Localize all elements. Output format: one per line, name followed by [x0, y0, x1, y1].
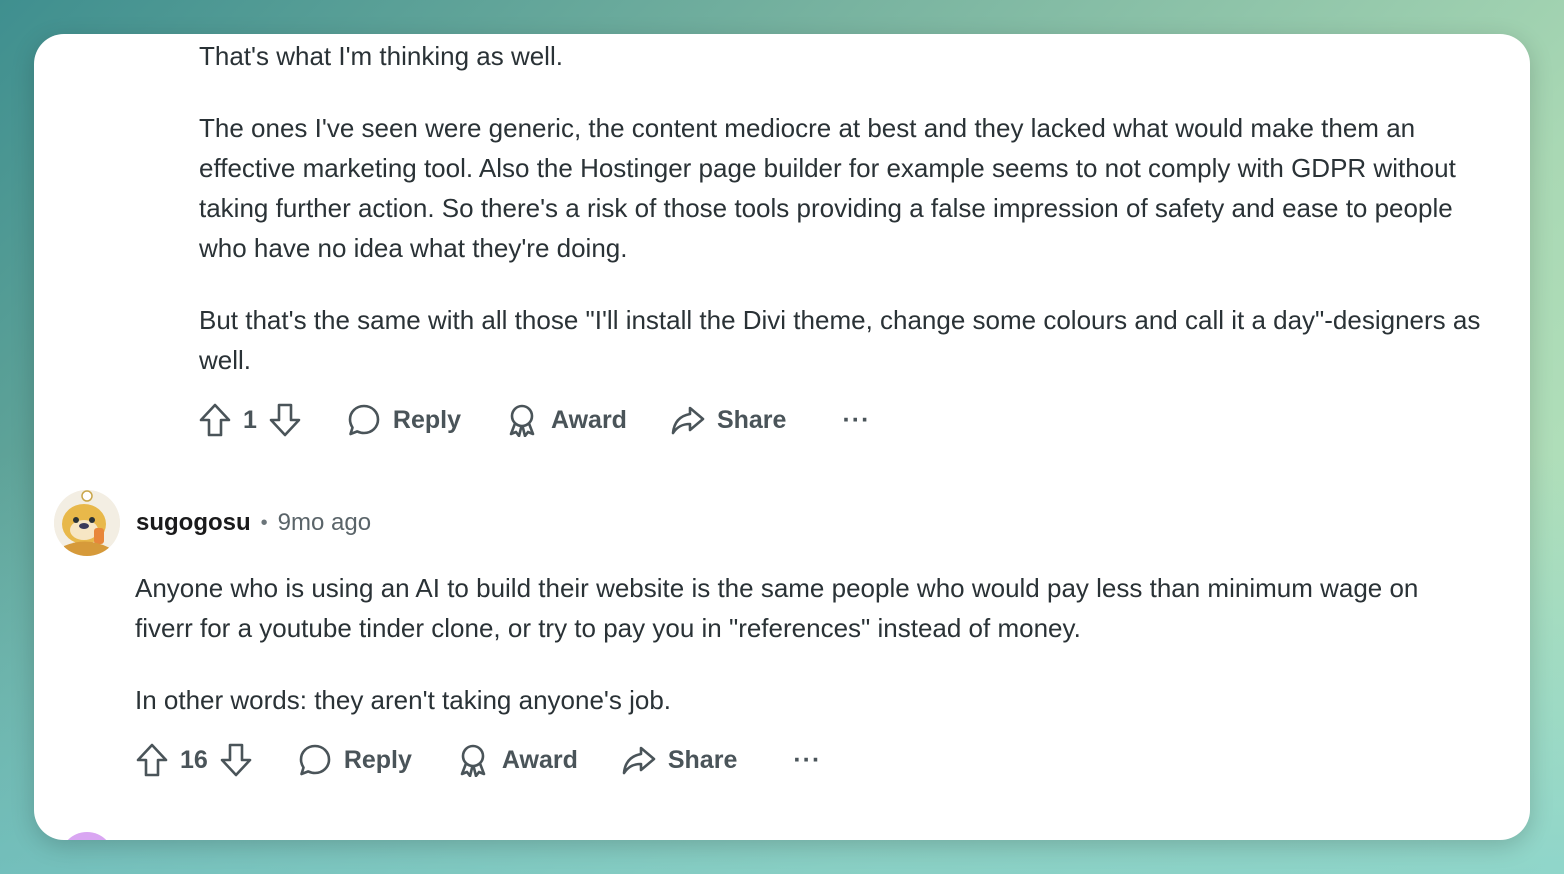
comment-body: Anyone who is using an AI to build their…	[135, 568, 1465, 752]
vote-group: 1	[197, 402, 303, 438]
reply-button[interactable]: Reply	[298, 743, 412, 777]
ellipsis-icon[interactable]: ···	[793, 746, 821, 775]
ellipsis-icon[interactable]: ···	[842, 406, 870, 435]
speech-bubble-icon	[348, 404, 380, 436]
arrow-down-icon[interactable]	[218, 742, 254, 778]
comment-paragraph: The ones I've seen were generic, the con…	[199, 113, 1456, 263]
share-button[interactable]: Share	[622, 743, 737, 777]
award-button[interactable]: Award	[505, 403, 627, 437]
award-label: Award	[501, 745, 578, 774]
comment-actions: 16 Reply Award Share ···	[134, 738, 821, 782]
avatar[interactable]	[60, 832, 114, 840]
comment-actions: 1 Reply Award Share ···	[197, 398, 870, 442]
share-button[interactable]: Share	[671, 403, 786, 437]
award-label: Award	[551, 405, 627, 434]
share-arrow-icon	[671, 406, 705, 435]
reply-label: Reply	[343, 745, 412, 774]
comment-paragraph: In other words: they aren't taking anyon…	[135, 685, 672, 715]
comment-header: sugogosu • 9mo ago	[54, 490, 371, 556]
share-label: Share	[716, 405, 787, 434]
share-label: Share	[667, 745, 738, 774]
comment-paragraph: But that's the same with all those "I'll…	[199, 305, 1481, 375]
username[interactable]: sugogosu	[136, 509, 251, 537]
vote-group: 16	[134, 742, 254, 778]
arrow-down-icon[interactable]	[267, 402, 303, 438]
award-ribbon-icon	[509, 404, 535, 437]
comment-paragraph: Anyone who is using an AI to build their…	[135, 573, 1419, 643]
comment-body: That's what I'm thinking as well. The on…	[199, 36, 1499, 412]
share-arrow-icon	[622, 746, 656, 775]
avatar[interactable]	[54, 490, 120, 556]
arrow-up-icon[interactable]	[134, 742, 170, 778]
separator-dot: •	[260, 511, 268, 534]
comments-card: That's what I'm thinking as well. The on…	[34, 34, 1530, 840]
award-ribbon-icon	[460, 744, 486, 777]
timestamp[interactable]: 9mo ago	[278, 509, 371, 537]
reply-button[interactable]: Reply	[347, 403, 461, 437]
vote-count: 16	[180, 745, 208, 774]
speech-bubble-icon	[299, 744, 331, 776]
award-button[interactable]: Award	[456, 743, 578, 777]
vote-count: 1	[243, 405, 257, 434]
comment-paragraph: That's what I'm thinking as well.	[199, 41, 563, 71]
arrow-up-icon[interactable]	[197, 402, 233, 438]
reply-label: Reply	[392, 405, 461, 434]
